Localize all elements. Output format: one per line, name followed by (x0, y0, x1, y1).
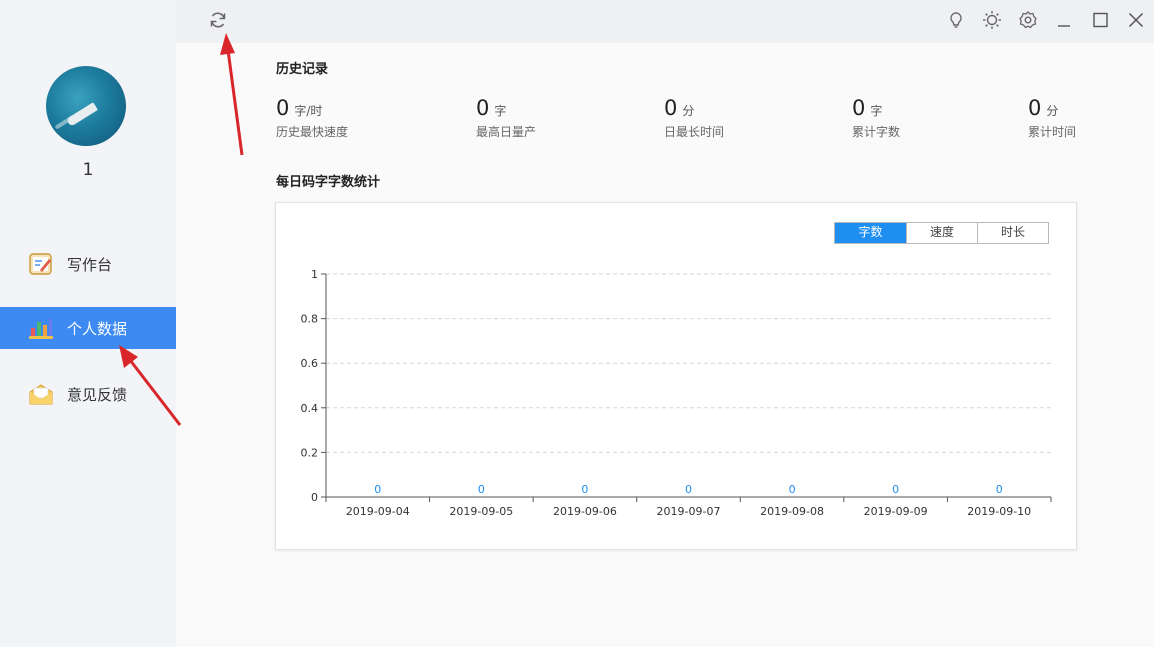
data-label: 0 (789, 483, 796, 496)
data-label: 0 (892, 483, 899, 496)
x-tick-label: 2019-09-08 (760, 505, 824, 518)
maximize-icon[interactable] (1090, 10, 1110, 30)
data-label: 0 (581, 483, 588, 496)
data-label: 0 (478, 483, 485, 496)
y-tick-label: 0.4 (301, 402, 319, 415)
sidebar-item-personal-data[interactable]: 个人数据 (0, 307, 176, 349)
daily-word-count-chart: 0 0.2 0.4 0.6 0.8 1 0 2019-09-04 0 2019-09-05 0 201… (301, 268, 1052, 518)
sidebar-item-label: 个人数据 (67, 320, 128, 338)
y-tick-label: 0.8 (301, 313, 319, 326)
sidebar-item-feedback[interactable]: 意见反馈 (0, 373, 176, 415)
stat-unit: 字/时 (294, 104, 323, 118)
sidebar-item-writing[interactable]: 写作台 (0, 243, 176, 285)
x-tick-label: 2019-09-06 (553, 505, 617, 518)
stat-total-time: 0分 累计时间 (1028, 96, 1076, 140)
tab-speed[interactable]: 速度 (906, 223, 977, 243)
data-label: 0 (996, 483, 1003, 496)
stat-value: 0 (664, 96, 678, 120)
chart-card: 0 0.2 0.4 0.6 0.8 1 0 2019-09-04 0 2019-09-05 0 201… (275, 202, 1077, 550)
history-title: 历史记录 (276, 62, 329, 77)
y-tick-label: 1 (311, 268, 318, 281)
sidebar: 1 写作台 个人数据 意见反馈 (0, 0, 176, 647)
stat-fastest-speed: 0 字/时 历史最快速度 (276, 96, 348, 140)
x-tick-label: 2019-09-04 (346, 505, 410, 518)
stat-label: 累计时间 (1028, 125, 1077, 139)
app-window: 1 写作台 个人数据 意见反馈 历史记录 0 字/时 历史最快速度 0 字 最高… (0, 0, 1154, 647)
brightness-icon[interactable] (982, 10, 1002, 30)
stat-value: 0 (476, 96, 490, 120)
x-tick-label: 2019-09-07 (657, 505, 721, 518)
stat-value: 0 (852, 96, 866, 120)
stat-unit: 分 (1046, 104, 1059, 118)
sidebar-item-label: 写作台 (67, 256, 113, 274)
stat-label: 最高日量产 (476, 125, 537, 139)
stat-unit: 字 (494, 104, 507, 118)
stat-total-words: 0字 累计字数 (852, 96, 900, 140)
daily-stats-title: 每日码字字数统计 (276, 175, 381, 190)
stat-unit: 字 (870, 104, 883, 118)
lightbulb-icon[interactable] (946, 10, 966, 30)
stat-max-daily-output: 0字 最高日量产 (476, 96, 536, 140)
stat-label: 日最长时间 (664, 125, 725, 139)
stat-longest-daily-time: 0分 日最长时间 (664, 96, 724, 140)
close-icon[interactable] (1126, 10, 1146, 30)
stat-label: 累计字数 (852, 125, 901, 139)
x-tick-label: 2019-09-10 (967, 505, 1031, 518)
settings-icon[interactable] (1018, 10, 1038, 30)
username: 1 (82, 160, 94, 180)
x-tick-label: 2019-09-05 (449, 505, 513, 518)
x-tick-label: 2019-09-09 (864, 505, 928, 518)
chart-metric-tabs: 字数 速度 时长 (834, 222, 1049, 244)
y-tick-label: 0.6 (301, 357, 319, 370)
y-tick-label: 0.2 (301, 446, 319, 459)
stat-value: 0 (276, 96, 290, 120)
writing-board-icon (28, 252, 54, 276)
tab-duration[interactable]: 时长 (977, 223, 1048, 243)
tab-word-count[interactable]: 字数 (835, 223, 906, 243)
sidebar-item-label: 意见反馈 (67, 386, 128, 404)
data-label: 0 (685, 483, 692, 496)
data-label: 0 (374, 483, 381, 496)
minimize-icon[interactable] (1054, 10, 1074, 30)
bar-chart-icon (28, 316, 54, 340)
refresh-icon[interactable] (208, 10, 228, 30)
title-bar (176, 0, 1154, 43)
stat-unit: 分 (682, 104, 695, 118)
y-tick-label: 0 (311, 491, 318, 504)
feedback-envelope-icon (28, 382, 54, 406)
stat-value: 0 (1028, 96, 1042, 120)
stat-label: 历史最快速度 (276, 125, 349, 139)
avatar[interactable] (46, 66, 126, 146)
annotation-arrow-refresh (220, 33, 244, 156)
